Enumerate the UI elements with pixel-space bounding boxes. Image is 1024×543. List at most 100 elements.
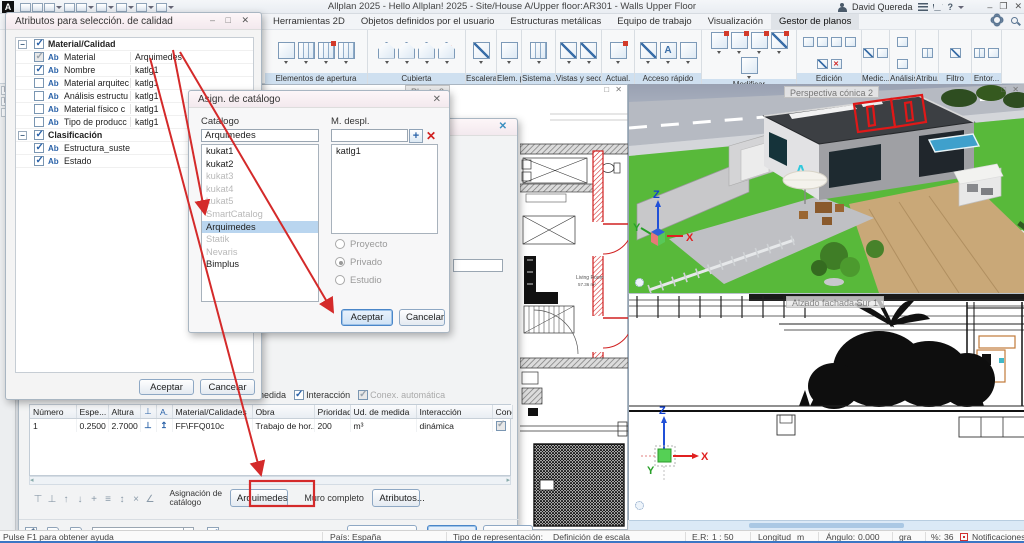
distribute-icon[interactable]: ≡ (101, 494, 115, 505)
help-icon[interactable]: ? (948, 2, 954, 12)
roof-edit-icon[interactable] (438, 41, 455, 59)
layout-icon[interactable] (974, 47, 985, 58)
shop-cart-icon[interactable] (932, 3, 943, 11)
attribute-checkbox[interactable] (34, 129, 44, 140)
dropdown-caret-icon[interactable] (616, 60, 620, 64)
help-caret-icon[interactable] (958, 5, 964, 9)
fillet-icon[interactable] (816, 36, 828, 47)
catalog-assign-button[interactable]: Arquimedes (229, 489, 288, 507)
table-column-header[interactable]: Número (30, 405, 77, 419)
railing-icon[interactable] (500, 41, 518, 59)
tab-estructuras-metálicas[interactable]: Estructuras metálicas (502, 14, 609, 29)
attribute-value[interactable]: katlg1 (130, 65, 253, 75)
catalog-scope-option[interactable]: Proyecto (335, 239, 388, 250)
user-icon[interactable] (837, 2, 847, 12)
catalog-list-item[interactable]: kukat3 (202, 170, 318, 183)
table-cell[interactable]: 200 (314, 418, 351, 432)
attribute-row[interactable]: Ab Nombre katlg1 (16, 64, 253, 77)
attribute-checkbox[interactable] (34, 142, 44, 153)
dropdown-caret-icon[interactable] (586, 60, 591, 64)
table-cell[interactable]: Trabajo de hor... (252, 418, 315, 432)
wall-empty-field[interactable] (453, 259, 503, 272)
dropdown-caret-icon[interactable] (507, 60, 511, 64)
task-list-icon[interactable] (917, 3, 928, 11)
table-column-header[interactable]: Interacción (416, 405, 493, 419)
mirror-icon[interactable] (816, 58, 828, 69)
text-icon[interactable]: A (659, 41, 677, 59)
dropdown-caret-icon[interactable] (384, 60, 389, 64)
radio-icon[interactable] (335, 275, 345, 285)
table-cell[interactable] (492, 418, 513, 432)
table-cell[interactable]: ⊥ (140, 418, 157, 432)
align-bottom-icon[interactable]: ⊥ (45, 494, 59, 505)
dropdown-caret-icon[interactable] (536, 60, 541, 64)
tab-gestor-de-planos[interactable]: Gestor de planos (771, 14, 860, 29)
align-icon[interactable] (844, 36, 856, 47)
align-top-icon[interactable]: ⊤ (31, 494, 45, 505)
center-axis-icon[interactable]: + (87, 494, 101, 505)
attribute-checkbox[interactable] (34, 51, 44, 62)
facade-icon[interactable] (337, 41, 355, 59)
dimension-icon[interactable] (679, 41, 697, 59)
attribute-value[interactable]: Arquimedes (130, 52, 253, 62)
delete-icon[interactable]: ✕ (830, 58, 842, 69)
report-icon[interactable] (897, 58, 908, 69)
copy-icon[interactable] (802, 36, 814, 47)
catalog-list-item[interactable]: Arquimedes (202, 220, 318, 234)
edit-points-icon[interactable] (750, 31, 769, 49)
dropdown-caret-icon[interactable] (344, 60, 348, 64)
dropdown-caret-icon[interactable] (444, 60, 449, 64)
dropdown-caret-icon[interactable] (566, 60, 571, 64)
roof-icon[interactable] (378, 41, 395, 59)
table-column-header[interactable]: Material/Calidades (172, 405, 253, 419)
tab-visualización[interactable]: Visualización (700, 14, 771, 29)
wall-join-icon[interactable] (740, 57, 758, 74)
table-column-header[interactable]: Espe... (76, 405, 109, 419)
region-icon[interactable] (988, 47, 999, 58)
slab-system-icon[interactable] (530, 41, 547, 59)
note-icon[interactable] (877, 47, 888, 58)
tab-objetos-definidos-por-el-usuario[interactable]: Objetos definidos por el usuario (353, 14, 503, 29)
table-cell[interactable]: ↥ (156, 418, 173, 432)
table-cell[interactable]: 0.2500 (76, 418, 109, 432)
catalog-list-item[interactable]: kukat1 (202, 145, 318, 158)
catalog-cancel-button[interactable]: Cancelar (399, 309, 445, 326)
catalog-list[interactable]: kukat1 kukat2 kukat3 kukat4 kukat5 SmartCatal… (201, 144, 319, 302)
mdespl-list[interactable]: katlg1 (331, 144, 438, 234)
elevation-view[interactable]: Z X Y Alzado fachada Sur 1 (628, 293, 1024, 520)
dropdown-caret-icon[interactable] (666, 60, 670, 64)
measure-icon[interactable] (863, 47, 874, 58)
attribute-row[interactable]: Ab Material Arquimedes (16, 51, 253, 64)
swap-icon[interactable]: ↕ (115, 494, 129, 505)
tab-herramientas-2d[interactable]: Herramientas 2D (265, 14, 353, 29)
mdespl-delete-icon[interactable]: ✕ (424, 129, 438, 143)
search-icon[interactable] (1011, 16, 1018, 24)
navigation-compass-icon[interactable] (635, 278, 644, 287)
table-cell[interactable]: m³ (350, 418, 417, 432)
plan-view-controls[interactable]: □ ✕ (604, 85, 624, 94)
catalog-scope-option[interactable]: Estudio (335, 275, 388, 286)
dropdown-caret-icon[interactable] (717, 51, 721, 54)
attributes-ok-button[interactable]: Aceptar (139, 379, 194, 395)
delete-layer-icon[interactable]: × (129, 494, 143, 505)
table-column-header[interactable]: ⊥ (140, 405, 157, 419)
restore-button[interactable]: ❐ (999, 1, 1007, 12)
table-column-header[interactable]: Obra (252, 405, 315, 419)
mdespl-item[interactable]: katlg1 (332, 145, 437, 158)
label-icon[interactable] (897, 36, 908, 47)
tab-equipo-de-trabajo[interactable]: Equipo de trabajo (609, 14, 699, 29)
attribute-checkbox[interactable] (34, 38, 44, 49)
filter-icon[interactable] (949, 47, 961, 58)
catalog-list-item[interactable]: Bimplus (202, 258, 318, 271)
spline-edit-icon[interactable] (770, 31, 789, 49)
window-icon[interactable] (297, 41, 315, 59)
horizontal-scrollbar[interactable] (629, 520, 1024, 530)
catalog-list-item[interactable]: SmartCatalog (202, 208, 318, 221)
autoconn-checkbox[interactable] (357, 389, 368, 400)
table-cell[interactable]: dinámica (416, 418, 493, 432)
table-cell[interactable]: 1 (30, 418, 77, 432)
table-column-header[interactable]: Ud. de medida (350, 405, 417, 419)
dropdown-caret-icon[interactable] (424, 60, 429, 64)
multi-edit-icon[interactable] (730, 31, 749, 49)
dormer-icon[interactable] (398, 41, 415, 59)
